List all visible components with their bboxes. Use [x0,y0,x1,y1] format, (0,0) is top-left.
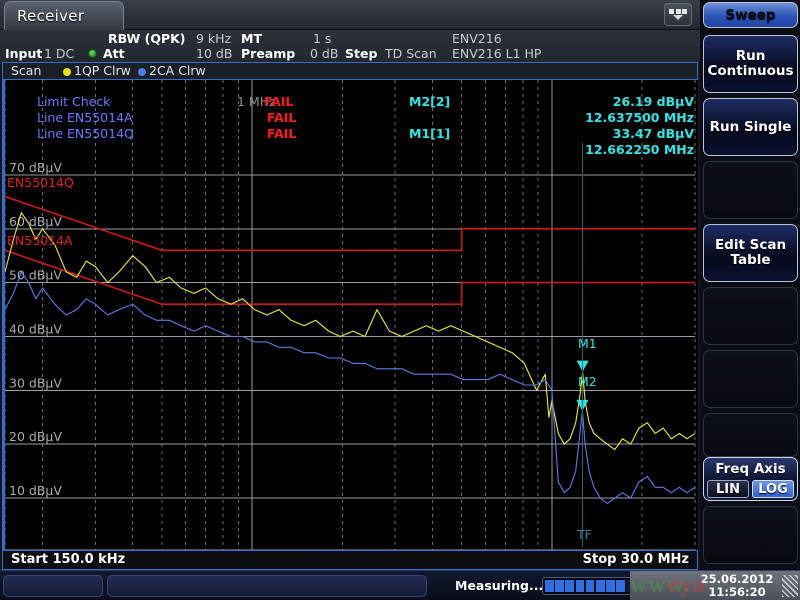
softkey-panel: Sweep Run Continuous Run Single Edit Sca… [700,0,800,570]
spectrum-plot[interactable]: 70 dBµV60 dBµV50 dBµV40 dBµV30 dBµV20 dB… [2,80,698,550]
softkey-empty-3[interactable] [703,161,798,219]
measurement-header: RBW (QPK) 9 kHz MT 1 s ENV216 Input 1 DC… [0,30,700,62]
taskbar: Measuring... 25.06.2012 11:56:20 [0,570,800,600]
svg-text:30 dBµV: 30 dBµV [9,375,62,390]
svg-text:20 dBµV: 20 dBµV [9,429,62,444]
status-text: Measuring... [455,578,543,593]
header-row-1: RBW (QPK) 9 kHz MT 1 s ENV216 [0,31,700,47]
scan-label: Scan [11,63,41,79]
more-tabs-icon[interactable] [664,3,692,26]
trace2-label[interactable]: 2CA Clrw [149,63,206,79]
more-tabs-squares-icon [669,9,687,14]
att-value[interactable]: 10 dB [196,46,232,61]
softkey-edit-scan-table[interactable]: Edit Scan Table [703,224,798,282]
softkey-run-single[interactable]: Run Single [703,98,798,156]
chevron-down-icon [673,15,683,20]
preamp-label: Preamp [241,46,295,61]
svg-text:50 dBµV: 50 dBµV [9,268,62,283]
input-value[interactable]: 1 DC [44,46,74,61]
frequency-range-bar: Start 150.0 kHz Stop 30.0 MHz [2,550,698,570]
softkey-run-continuous-label: Run Continuous [704,49,797,79]
preamp-value[interactable]: 0 dB [310,46,338,61]
softkey-edit-scan-table-label: Edit Scan Table [704,238,797,268]
softkey-empty-6[interactable] [703,350,798,408]
softkey-freq-axis-label: Freq Axis [715,461,785,477]
freq-axis-option-log[interactable]: LOG [752,480,794,498]
progress-bar [542,577,638,595]
svg-text:70 dBµV: 70 dBµV [9,160,62,175]
mt-label: MT [241,31,262,46]
att-label: Att [103,46,125,61]
transducer-row2: ENV216 L1 HP [452,46,541,61]
step-value[interactable]: TD Scan [385,46,437,61]
softkey-title-sweep[interactable]: Sweep [703,2,798,28]
softkey-run-continuous[interactable]: Run Continuous [703,35,798,93]
tab-receiver[interactable]: Receiver [4,1,124,30]
transducer-row1: ENV216 [452,31,502,46]
trace1-color-dot-icon [63,68,71,76]
svg-text:10 dBµV: 10 dBµV [9,483,62,498]
clock-time: 11:56:20 [696,586,778,599]
softkey-empty-9[interactable] [703,506,798,564]
softkey-run-single-label: Run Single [710,120,792,135]
header-row-2: Input 1 DC Att 10 dB Preamp 0 dB Step TD… [0,46,700,62]
clock: 25.06.2012 11:56:20 [696,573,778,599]
stop-frequency[interactable]: Stop 30.0 MHz [583,551,689,569]
taskbar-button-1[interactable] [3,575,103,597]
input-label: Input [5,46,42,61]
freq-axis-options: LIN LOG [707,480,794,498]
tab-receiver-label: Receiver [17,7,84,25]
taskbar-right-panel: 25.06.2012 11:56:20 [630,571,800,600]
step-label: Step [345,46,377,61]
rbw-label: RBW (QPK) [108,31,186,46]
softkey-empty-7[interactable] [703,413,798,457]
trace1-label[interactable]: 1QP Clrw [74,63,131,79]
taskbar-button-2[interactable] [107,575,427,597]
tab-bar: Receiver [0,0,700,30]
start-frequency[interactable]: Start 150.0 kHz [11,551,125,569]
resize-grip-icon[interactable] [782,575,798,597]
softkey-empty-5[interactable] [703,287,798,345]
freq-axis-option-lin[interactable]: LIN [707,480,749,498]
trace2-color-dot-icon [138,68,146,76]
status-led-icon [88,49,97,58]
rbw-value[interactable]: 9 kHz [196,31,231,46]
svg-text:40 dBµV: 40 dBµV [9,322,62,337]
softkey-freq-axis[interactable]: Freq Axis LIN LOG [703,457,798,501]
instrument-screen: Receiver RBW (QPK) 9 kHz MT 1 s ENV216 I… [0,0,800,600]
mt-value[interactable]: 1 s [313,31,331,46]
scan-trace-bar: Scan 1QP Clrw 2CA Clrw [2,62,698,80]
plot-canvas: 70 dBµV60 dBµV50 dBµV40 dBµV30 dBµV20 dB… [5,80,698,550]
